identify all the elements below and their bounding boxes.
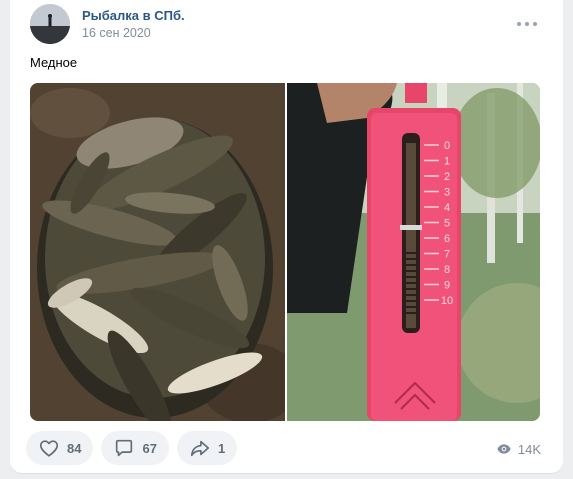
comment-count: 67 [142, 440, 157, 456]
share-button[interactable]: 1 [176, 431, 238, 465]
like-count: 84 [67, 440, 82, 456]
fish-net-image [30, 83, 285, 421]
heart-icon [39, 440, 59, 457]
share-icon [190, 440, 210, 457]
comment-button[interactable]: 67 [101, 431, 169, 465]
scale-mark: 6 [444, 233, 450, 245]
scale-mark: 3 [444, 187, 450, 199]
scale-mark: 1 [444, 156, 450, 168]
avatar-image [30, 4, 70, 44]
views-count: 14K [517, 441, 541, 457]
like-button[interactable]: 84 [26, 431, 94, 465]
scale-mark: 0 [444, 140, 450, 152]
eye-icon [497, 444, 511, 454]
scale-mark: 7 [444, 249, 450, 261]
scale-image: 0 1 2 3 4 5 6 7 8 9 10 [287, 83, 540, 421]
post-actions: 84 67 1 [26, 431, 238, 465]
scale-mark: 10 [441, 295, 453, 307]
share-count: 1 [217, 440, 226, 456]
scale-mark: 5 [444, 218, 450, 230]
comment-icon [116, 439, 133, 457]
photo-fish[interactable] [30, 83, 285, 421]
post-date[interactable]: 16 сен 2020 [82, 26, 151, 40]
scale-mark: 2 [444, 171, 450, 183]
more-icon[interactable] [517, 16, 537, 32]
post-text: Медное [30, 55, 78, 70]
scale-mark: 8 [444, 264, 450, 276]
views-counter: 14K [496, 441, 541, 457]
scale-mark: 4 [444, 202, 450, 214]
photo-scale[interactable]: 0 1 2 3 4 5 6 7 8 9 10 [287, 83, 540, 421]
post-card: Рыбалка в СПб. 16 сен 2020 Медное 0 1 2 … [10, 0, 563, 473]
avatar[interactable] [30, 4, 70, 44]
scale-mark: 9 [444, 280, 450, 292]
author-name[interactable]: Рыбалка в СПб. [82, 8, 185, 23]
